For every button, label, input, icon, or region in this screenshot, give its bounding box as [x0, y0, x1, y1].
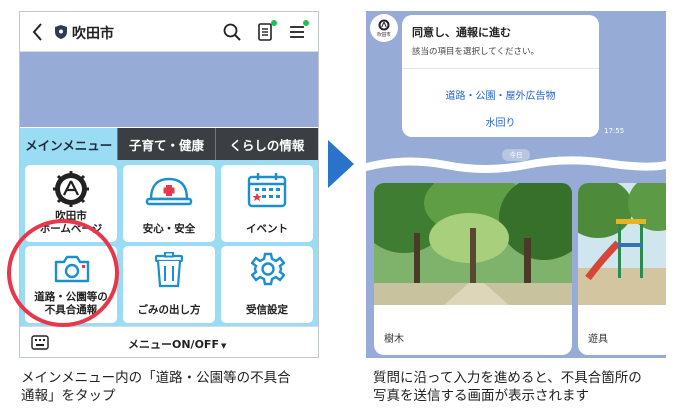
- menu-item-label: イベント: [246, 223, 288, 235]
- menu-item-label: ごみの出し方: [137, 304, 201, 316]
- chat-header: 吹田市: [20, 12, 318, 52]
- notes-badge: [271, 20, 277, 26]
- divider: [402, 68, 599, 69]
- rich-menu-tabs: メインメニュー 子育て・健康 くらしの情報: [20, 128, 318, 160]
- right-phone-screen: 吹田市 同意し、通報に進む 該当の項目を選択してください。 道路・公園・屋外広告…: [366, 11, 666, 358]
- tab-childcare-health[interactable]: 子育て・健康: [117, 128, 215, 160]
- photo-card-label: 遊具: [588, 334, 608, 345]
- bot-avatar: 吹田市: [370, 14, 398, 42]
- photo-card-playground[interactable]: 遊具: [578, 183, 666, 355]
- trash-can-icon: [155, 252, 183, 288]
- tab-living-info[interactable]: くらしの情報: [214, 128, 318, 160]
- menu-badge: [303, 20, 309, 26]
- message-timestamp: 17:55: [604, 127, 625, 135]
- verified-shield-icon: [55, 25, 67, 39]
- menu-item-garbage[interactable]: ごみの出し方: [123, 246, 215, 323]
- gear-icon: [251, 252, 285, 286]
- keyboard-icon[interactable]: [31, 335, 49, 350]
- tab-main-menu[interactable]: メインメニュー: [20, 128, 118, 160]
- photo-card-trees[interactable]: 樹木: [374, 183, 572, 355]
- photo-card-label: 樹木: [384, 334, 404, 345]
- search-icon[interactable]: [222, 22, 242, 42]
- menu-item-notification-settings[interactable]: 受信設定: [221, 246, 313, 323]
- option-water[interactable]: 水回り: [402, 114, 599, 129]
- back-chevron-icon[interactable]: [30, 21, 46, 43]
- menu-item-label: 受信設定: [246, 304, 288, 316]
- menu-item-safety[interactable]: 安心・安全: [123, 165, 215, 242]
- right-caption: 質問に沿って入力を進めると、不具合箇所の 写真を送信する画面が表示されます: [373, 370, 642, 404]
- left-caption: メインメニュー内の「道路・公園等の不具合 通報」をタップ: [21, 370, 291, 404]
- highlight-circle: [7, 219, 119, 327]
- trees-photo: [374, 183, 572, 305]
- calendar-icon: [247, 173, 287, 208]
- helmet-icon: [145, 177, 193, 206]
- date-separator: 今日: [502, 149, 530, 161]
- next-step-arrow-icon: [328, 140, 354, 188]
- message-title: 同意し、通報に進む: [412, 26, 511, 39]
- city-emblem-icon: [378, 19, 390, 31]
- option-road-park-outdoor-ads[interactable]: 道路・公園・屋外広告物: [402, 87, 599, 102]
- city-emblem-icon: [53, 171, 89, 207]
- message-bubble: 同意し、通報に進む 該当の項目を選択してください。 道路・公園・屋外広告物 水回…: [402, 15, 599, 137]
- message-subtitle: 該当の項目を選択してください。: [412, 47, 539, 57]
- menu-item-events[interactable]: イベント: [221, 165, 313, 242]
- playground-photo: [578, 183, 666, 305]
- chat-area: [20, 52, 318, 127]
- bottom-bar: メニューON/OFF ▼: [20, 326, 318, 357]
- account-name: 吹田市: [72, 26, 114, 42]
- menu-item-label: 安心・安全: [142, 223, 196, 235]
- menu-toggle-button[interactable]: メニューON/OFF ▼: [128, 336, 226, 352]
